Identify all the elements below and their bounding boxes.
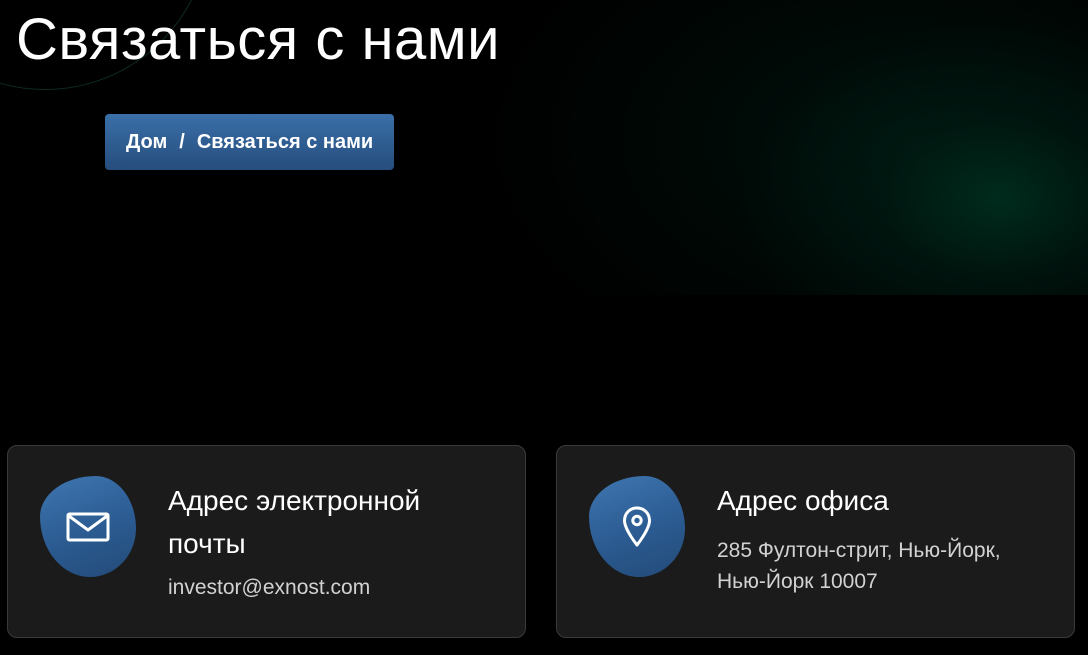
email-contact-card: Адрес электронной почты investor@exnost.…: [7, 445, 526, 638]
page-title: Связаться с нами: [16, 7, 501, 72]
email-icon-badge: [40, 476, 136, 577]
hero-banner: Связаться с нами Дом / Связаться с нами: [0, 0, 1088, 295]
office-contact-card: Адрес офиса 285 Фултон-стрит, Нью-Йорк, …: [556, 445, 1075, 638]
email-card-title: Адрес электронной почты: [168, 485, 421, 559]
envelope-icon: [66, 512, 110, 541]
map-pin-icon: [623, 506, 651, 546]
breadcrumb: Дом / Связаться с нами: [105, 114, 395, 170]
breadcrumb-separator: /: [179, 130, 185, 153]
contact-page: Связаться с нами Дом / Связаться с нами …: [0, 0, 1088, 655]
breadcrumb-current: Связаться с нами: [196, 130, 374, 153]
office-address-text: 285 Фултон-стрит, Нью-Йорк, Нью-Йорк 100…: [717, 539, 1001, 593]
breadcrumb-home-link[interactable]: Дом: [126, 131, 167, 154]
email-address-link[interactable]: investor@exnost.com: [168, 576, 370, 600]
office-icon-badge: [589, 476, 685, 577]
office-card-title: Адрес офиса: [717, 485, 889, 516]
